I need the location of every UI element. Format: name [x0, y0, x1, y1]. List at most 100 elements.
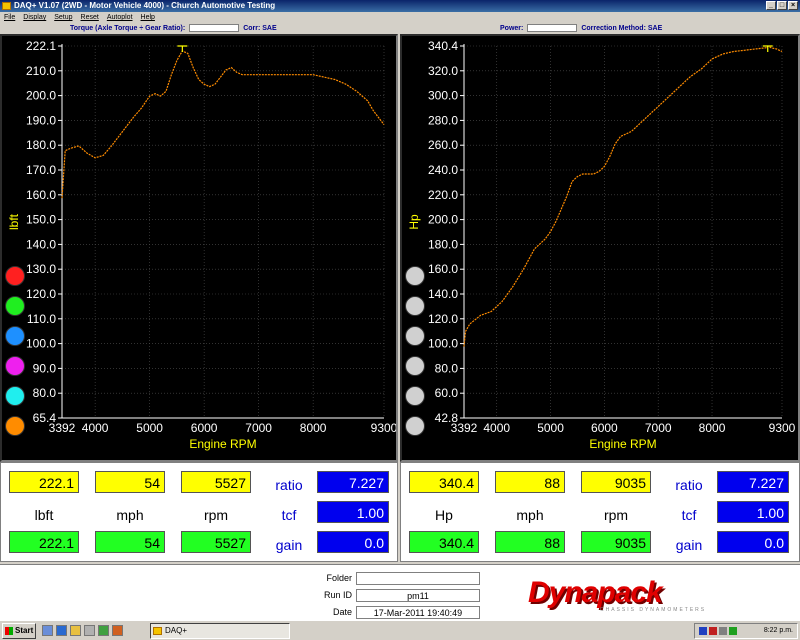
torque-ytick-label: 150.0 — [26, 213, 56, 227]
power-trace-line — [463, 45, 783, 347]
power-ytick-label: 340.4 — [428, 39, 458, 53]
power-color-marker-button[interactable] — [405, 296, 425, 316]
menu-autoplot[interactable]: Autoplot — [107, 12, 133, 23]
taskbar: Start DAQ+ 8:22 p.m. — [0, 620, 800, 640]
torque-xtick-label: 6000 — [191, 421, 218, 435]
power-xtick-label: 5000 — [537, 421, 564, 435]
maximize-button[interactable]: □ — [777, 1, 787, 10]
torque-ytick-label: 200.0 — [26, 89, 56, 103]
power-xtick-label: 7000 — [645, 421, 672, 435]
torque-xtick-label: 7000 — [245, 421, 272, 435]
right-gain-label: gain — [675, 537, 703, 553]
power-color-marker-button[interactable] — [405, 326, 425, 346]
menu-help[interactable]: Help — [141, 12, 155, 23]
power-ytick-label: 120.0 — [428, 312, 458, 326]
power-ytick-label: 300.0 — [428, 89, 458, 103]
left-header: Torque (Axle Torque ÷ Gear Ratio): Corr: … — [0, 23, 400, 34]
title-bar[interactable]: DAQ+ V1.07 (2WD - Motor Vehicle 4000) - … — [0, 0, 800, 12]
torque-ytick-label: 90.0 — [33, 361, 57, 375]
left-ratio-label: ratio — [275, 477, 303, 493]
folder-field[interactable] — [356, 572, 480, 585]
right-ratio-value[interactable]: 7.227 — [717, 471, 789, 493]
power-ytick-label: 220.0 — [428, 188, 458, 202]
power-header-field — [527, 24, 578, 33]
torque-ytick-label: 100.0 — [26, 337, 56, 351]
menu-reset[interactable]: Reset — [81, 12, 99, 23]
power-xaxis-title: Engine RPM — [589, 437, 656, 451]
desktop-icon[interactable] — [42, 625, 53, 636]
power-ytick-label: 80.0 — [435, 361, 459, 375]
torque-xtick-label: 4000 — [82, 421, 109, 435]
menu-bar: File Display Setup Reset Autoplot Help — [0, 12, 800, 23]
right-readouts: 340.4 88 9035 Hp mph rpm 340.4 88 9035 r… — [400, 462, 800, 562]
torque-color-marker-button[interactable] — [5, 296, 25, 316]
torque-xtick-label: 9300 — [371, 421, 396, 435]
menu-display[interactable]: Display — [23, 12, 46, 23]
network-icon[interactable] — [699, 627, 707, 635]
date-field[interactable]: 17-Mar-2011 19:40:49 — [356, 606, 480, 619]
left-gain-value[interactable]: 0.0 — [317, 531, 389, 553]
power-xtick-label: 8000 — [699, 421, 726, 435]
power-color-marker-button[interactable] — [405, 266, 425, 286]
browser-icon[interactable] — [56, 625, 67, 636]
right-header: Power: Correction Method: SAE — [400, 23, 800, 34]
right-gain-value[interactable]: 0.0 — [717, 531, 789, 553]
torque-peak-marker — [177, 45, 188, 52]
taskbar-item-daq[interactable]: DAQ+ — [150, 623, 290, 639]
daq-task-icon — [153, 627, 162, 635]
date-label: Date — [332, 606, 352, 617]
torque-color-marker-button[interactable] — [5, 326, 25, 346]
right-readout-top-2: 9035 — [581, 471, 651, 493]
correction-label: Correction Method: SAE — [581, 25, 663, 32]
left-tcf-value[interactable]: 1.00 — [317, 501, 389, 523]
torque-xtick-label: 3392 — [49, 421, 76, 435]
power-ytick-label: 140.0 — [428, 287, 458, 301]
runid-row: Run ID pm11 — [300, 589, 480, 602]
calc-icon[interactable] — [98, 625, 109, 636]
torque-xtick-label: 8000 — [300, 421, 327, 435]
volume-icon[interactable] — [719, 627, 727, 635]
torque-ytick-label: 222.1 — [26, 39, 56, 53]
menu-file[interactable]: File — [4, 12, 15, 23]
power-xtick-label: 4000 — [483, 421, 510, 435]
right-tcf-value[interactable]: 1.00 — [717, 501, 789, 523]
torque-trace-line — [61, 50, 385, 199]
left-ratio-value[interactable]: 7.227 — [317, 471, 389, 493]
torque-ytick-label: 80.0 — [33, 386, 57, 400]
torque-color-marker-button[interactable] — [5, 416, 25, 436]
power-ytick-label: 200.0 — [428, 213, 458, 227]
explorer-icon[interactable] — [84, 625, 95, 636]
torque-ytick-label: 110.0 — [27, 312, 56, 326]
tray-app-icon[interactable] — [729, 627, 737, 635]
left-readouts: 222.1 54 5527 lbft mph rpm 222.1 54 5527… — [0, 462, 398, 562]
torque-ytick-label: 120.0 — [26, 287, 56, 301]
power-title: Power: — [500, 25, 524, 32]
torque-chart-panel[interactable]: 222.1 210.0 200.0 190.0 180.0 170.0 160.0 150.0… — [0, 34, 398, 462]
power-color-marker-button[interactable] — [405, 386, 425, 406]
torque-xaxis-title: Engine RPM — [189, 437, 256, 451]
antivirus-icon[interactable] — [709, 627, 717, 635]
power-ytick-label: 100.0 — [428, 337, 458, 351]
left-unit-1: mph — [116, 507, 144, 523]
power-chart-panel[interactable]: 340.4 320.0 300.0 280.0 260.0 240.0 220.0 200.0… — [400, 34, 800, 462]
power-color-marker-button[interactable] — [405, 356, 425, 376]
app-launch-icon[interactable] — [112, 625, 123, 636]
torque-color-marker-button[interactable] — [5, 356, 25, 376]
folder-icon[interactable] — [70, 625, 81, 636]
task-label: DAQ+ — [165, 626, 188, 635]
torque-color-marker-button[interactable] — [5, 266, 25, 286]
runid-field[interactable]: pm11 — [356, 589, 480, 602]
power-ytick-label: 160.0 — [428, 262, 458, 276]
close-button[interactable]: × — [788, 1, 798, 10]
left-unit-0: lbft — [34, 507, 54, 523]
start-button[interactable]: Start — [2, 623, 36, 639]
power-color-marker-button[interactable] — [405, 416, 425, 436]
power-xtick-label: 6000 — [591, 421, 618, 435]
minimize-button[interactable]: _ — [766, 1, 776, 10]
torque-ytick-label: 160.0 — [26, 188, 56, 202]
power-peak-marker — [762, 45, 773, 52]
runid-label: Run ID — [323, 589, 352, 600]
dynapack-logo-subtitle: CHASSIS DYNAMOMETERS — [600, 607, 707, 613]
menu-setup[interactable]: Setup — [54, 12, 72, 23]
torque-color-marker-button[interactable] — [5, 386, 25, 406]
